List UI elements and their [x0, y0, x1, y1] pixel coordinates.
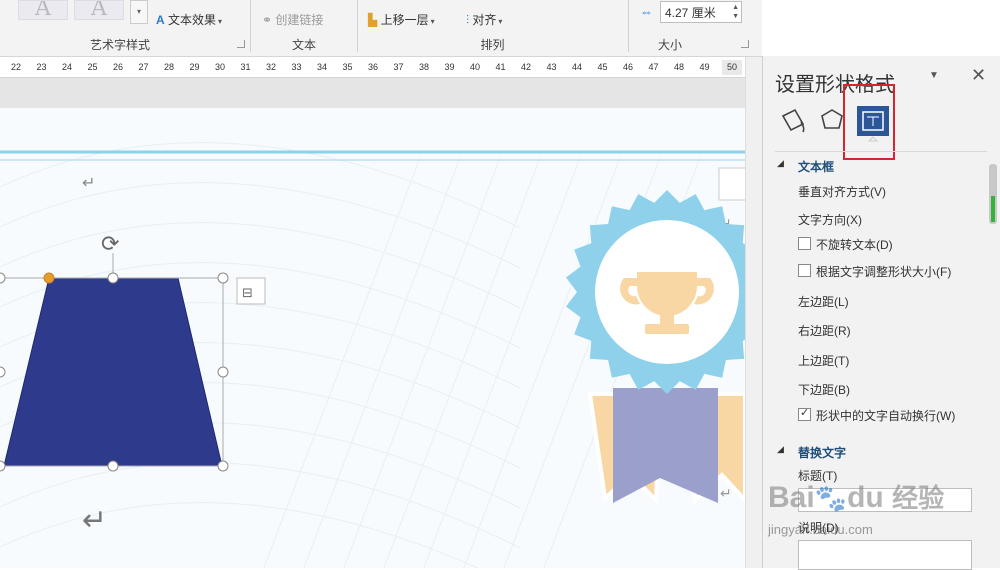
ruler-tick-label: 37	[393, 62, 404, 72]
ruler-tick-label: 26	[112, 62, 124, 72]
do-not-rotate-checkbox[interactable]	[798, 237, 811, 250]
resize-shape-checkbox[interactable]	[798, 264, 811, 277]
ruler-tick-label: 35	[342, 62, 353, 72]
resize-shape-label: 根据文字调整形状大小(F)	[816, 265, 952, 279]
ruler-tick-label: 48	[673, 62, 685, 72]
text-effects-icon: A	[156, 13, 165, 27]
ruler-tick-label: 40	[469, 62, 481, 72]
adjust-handle[interactable]	[43, 272, 55, 284]
ruler-tick-label: 30	[214, 62, 226, 72]
wrap-text-checkbox[interactable]	[798, 406, 811, 421]
wordart-dialog-launcher[interactable]	[237, 40, 245, 48]
ruler-tick-label: 41	[495, 62, 506, 72]
group-label-wordart-styles: 艺术字样式	[89, 38, 150, 52]
vertical-alignment-label: 垂直对齐方式(V)	[798, 185, 886, 199]
textbox-section-header[interactable]: 文本框	[798, 158, 834, 175]
ruler-tick-label: 24	[61, 62, 73, 72]
tab-effects[interactable]	[821, 109, 843, 129]
bring-forward-button[interactable]: ▙ 上移一层 ▾	[368, 11, 435, 28]
alt-text-section-header[interactable]: 替换文字	[798, 444, 846, 461]
shape-width-input[interactable]: 4.27 厘米 ▲ ▼	[660, 1, 742, 23]
width-icon: ⇔	[640, 4, 653, 19]
paragraph-mark-icon: ↵	[82, 504, 107, 537]
width-spinner[interactable]: ▲ ▼	[732, 3, 739, 21]
ribbon: A A ▾ A 文本效果 ▾ 艺术字样式 ⚭ 创建链接 文本 ▙ 上移一层 ▾ ⫶ …	[0, 0, 762, 57]
alt-desc-label: 说明(D)	[798, 521, 839, 535]
align-icon: ⫶	[466, 13, 470, 27]
text-effects-button[interactable]: A 文本效果 ▾	[156, 11, 222, 28]
ruler-tick-label: 49	[699, 62, 710, 72]
ruler-tick-label: 28	[163, 62, 175, 72]
ruler-tick-label: 22	[10, 62, 22, 72]
ruler-tick-label: 44	[571, 62, 583, 72]
ruler-tick-label: 45	[597, 62, 608, 72]
layout-options-icon: ⊟	[242, 285, 253, 300]
ruler-tick-label: 39	[444, 62, 455, 72]
document-scrollbar[interactable]	[745, 57, 763, 568]
collapse-textbox-chevron-icon[interactable]: ◢	[777, 158, 784, 169]
alt-title-label: 标题(T)	[798, 469, 838, 483]
alt-title-input[interactable]	[798, 488, 972, 512]
top-margin-label: 上边距(T)	[798, 354, 850, 368]
horizontal-ruler: 22 23 24 25 26 27 28 29 30 31 32 33 34 35 36 37 38 39 40 41…	[0, 57, 745, 78]
text-direction-label: 文字方向(X)	[798, 213, 862, 227]
paragraph-mark-icon: ↵	[82, 175, 95, 192]
highlight-box	[843, 84, 895, 160]
create-link-button[interactable]: ⚭ 创建链接	[262, 11, 323, 28]
page-drawing: ↵ ↵ ↵ ↵ ⟳ ⊟	[0, 142, 745, 568]
award-badge[interactable]	[566, 190, 745, 505]
text-box-edge[interactable]	[718, 167, 745, 201]
rotate-handle-icon[interactable]: ⟳	[101, 231, 119, 256]
ruler-tick-label: 25	[87, 62, 98, 72]
paragraph-mark-icon: ↵	[720, 485, 732, 501]
ruler-tick-label: 31	[240, 62, 251, 72]
wordart-gallery-more[interactable]: ▾	[130, 0, 148, 24]
group-label-size: 大小	[657, 38, 682, 52]
ruler-tick-label: 23	[36, 62, 47, 72]
bottom-margin-label: 下边距(B)	[798, 383, 850, 397]
ruler-tick-label: 29	[189, 62, 200, 72]
wordart-style-1[interactable]: A	[18, 0, 68, 20]
alt-desc-input[interactable]	[798, 540, 972, 570]
format-shape-pane: 设置形状格式 ▼ ✕ ◢ 文本框 垂直对齐方式(V) 文字方向(X) 不旋转文本…	[762, 56, 1000, 570]
tab-fill-line[interactable]	[781, 108, 805, 133]
pane-options-chevron-icon[interactable]: ▼	[929, 70, 939, 81]
ruler-tick-label: 36	[367, 62, 379, 72]
group-label-text: 文本	[291, 38, 316, 52]
ruler-tick-label: 47	[648, 62, 659, 72]
ruler-end-marker[interactable]: 50	[722, 60, 742, 75]
ruler-tick-label: 42	[520, 62, 532, 72]
size-dialog-launcher[interactable]	[741, 40, 749, 48]
ruler-tick-label: 33	[291, 62, 302, 72]
group-label-arrange: 排列	[480, 38, 505, 52]
ruler-tick-label: 38	[418, 62, 430, 72]
ruler-tick-label: 27	[138, 62, 149, 72]
align-button[interactable]: ⫶ 对齐 ▾	[466, 11, 502, 28]
wrap-text-label: 形状中的文字自动换行(W)	[816, 409, 956, 423]
do-not-rotate-label: 不旋转文本(D)	[816, 238, 893, 252]
document-page[interactable]: ↵ ↵ ↵ ↵ ⟳ ⊟	[0, 108, 745, 568]
bring-forward-icon: ▙	[368, 13, 378, 27]
link-icon: ⚭	[262, 13, 273, 27]
collapse-alt-text-chevron-icon[interactable]: ◢	[777, 444, 784, 455]
close-icon[interactable]: ✕	[971, 65, 986, 86]
right-margin-label: 右边距(R)	[798, 324, 851, 338]
ruler-tick-label: 34	[316, 62, 328, 72]
wordart-style-2[interactable]: A	[74, 0, 124, 20]
ruler-tick-label: 46	[622, 62, 634, 72]
ruler-tick-label: 43	[546, 62, 557, 72]
ruler-tick-label: 32	[265, 62, 277, 72]
left-margin-label: 左边距(L)	[798, 295, 849, 309]
